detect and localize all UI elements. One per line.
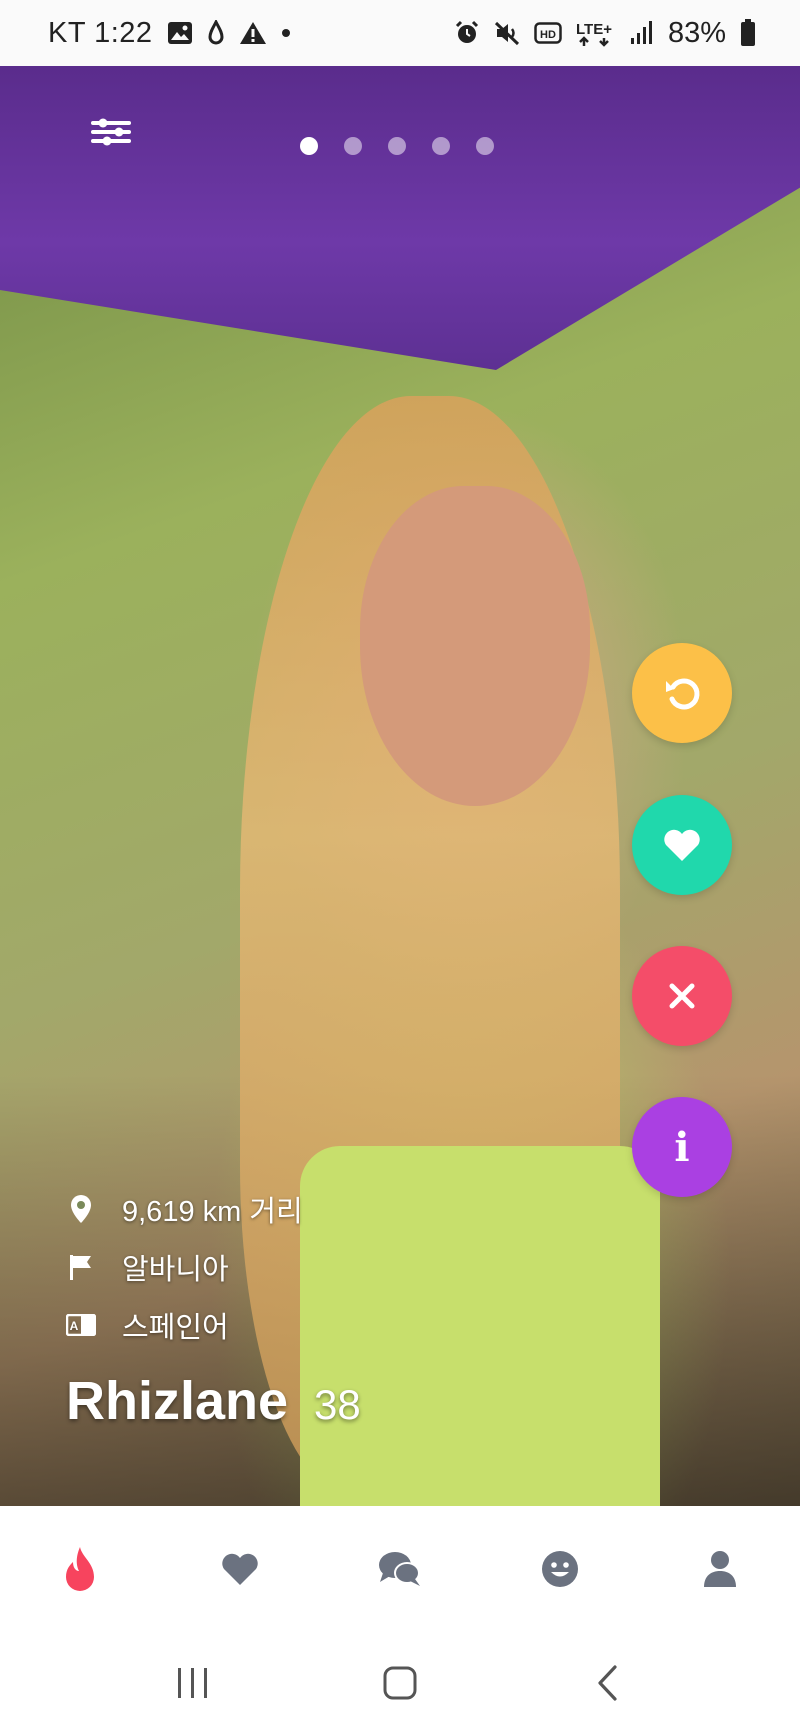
photo-subject-face: [360, 486, 590, 806]
svg-text:HD: HD: [540, 29, 556, 41]
pager-dot[interactable]: [476, 137, 494, 155]
photo-subject-shirt: [300, 1146, 660, 1506]
profile-info: 9,619 km 거리 알바니아 A 스페인어: [66, 1180, 303, 1354]
close-icon: [669, 983, 695, 1009]
distance-text: 9,619 km 거리: [122, 1196, 303, 1228]
flame-icon: [66, 1547, 94, 1591]
profile-name: Rhizlane: [66, 1371, 289, 1431]
rewind-button[interactable]: [632, 643, 732, 743]
svg-text:A: A: [70, 1319, 79, 1333]
recent-apps-icon: [178, 1668, 208, 1698]
language-row: A 스페인어: [66, 1296, 303, 1354]
svg-text:LTE+: LTE+: [576, 21, 612, 38]
nope-button[interactable]: [632, 946, 732, 1046]
chat-bubbles-icon: [379, 1552, 420, 1586]
warning-icon: [239, 20, 267, 46]
info-button[interactable]: i: [632, 1097, 732, 1197]
status-left: KT 1:22: [48, 17, 291, 50]
mute-icon: [494, 20, 520, 46]
person-icon: [704, 1551, 736, 1587]
home-icon: [383, 1666, 417, 1700]
status-right: HD LTE+ 83%: [454, 17, 756, 50]
recent-apps-button[interactable]: [158, 1653, 228, 1713]
profile-age: 38: [314, 1381, 361, 1428]
info-icon: i: [674, 1123, 690, 1171]
alarm-icon: [454, 20, 480, 46]
name-age: Rhizlane 38: [66, 1370, 361, 1432]
signal-icon: [630, 20, 654, 46]
location-pin-icon: [66, 1194, 96, 1224]
dot-icon: [281, 28, 291, 38]
filter-button[interactable]: [86, 110, 136, 154]
sliders-icon: [91, 118, 131, 146]
pager-dot[interactable]: [432, 137, 450, 155]
flag-icon: [66, 1252, 96, 1282]
lte-icon: LTE+: [576, 19, 616, 47]
tab-discover[interactable]: [40, 1529, 120, 1609]
pager-dot[interactable]: [388, 137, 406, 155]
photo-pager: [300, 137, 494, 155]
smiley-icon: [542, 1551, 578, 1587]
rewind-icon: [666, 678, 700, 710]
country-text: 알바니아: [122, 1254, 229, 1286]
pager-dot[interactable]: [300, 137, 318, 155]
tab-likes[interactable]: [200, 1529, 280, 1609]
status-bar: KT 1:22 HD LTE+ 83%: [0, 0, 800, 66]
back-button[interactable]: [572, 1653, 642, 1713]
tab-profile[interactable]: [680, 1529, 760, 1609]
heart-icon: [222, 1553, 258, 1585]
country-row: 알바니아: [66, 1238, 303, 1296]
battery-percent: 83%: [667, 16, 726, 49]
battery-icon: [740, 19, 756, 47]
pager-dot[interactable]: [344, 137, 362, 155]
translate-icon: A: [66, 1310, 96, 1340]
back-icon: [598, 1665, 617, 1701]
tab-chats[interactable]: [360, 1529, 440, 1609]
language-text: 스페인어: [122, 1312, 229, 1344]
image-icon: [167, 21, 193, 45]
like-button[interactable]: [632, 795, 732, 895]
bottom-tab-bar: [0, 1506, 800, 1632]
drop-icon: [207, 20, 225, 46]
status-time: KT 1:22: [48, 16, 153, 49]
tab-moments[interactable]: [520, 1529, 600, 1609]
distance-row: 9,619 km 거리: [66, 1180, 303, 1238]
hd-icon: HD: [534, 22, 562, 44]
home-button[interactable]: [365, 1653, 435, 1713]
heart-icon: [664, 829, 700, 861]
system-nav-bar: [0, 1632, 800, 1734]
